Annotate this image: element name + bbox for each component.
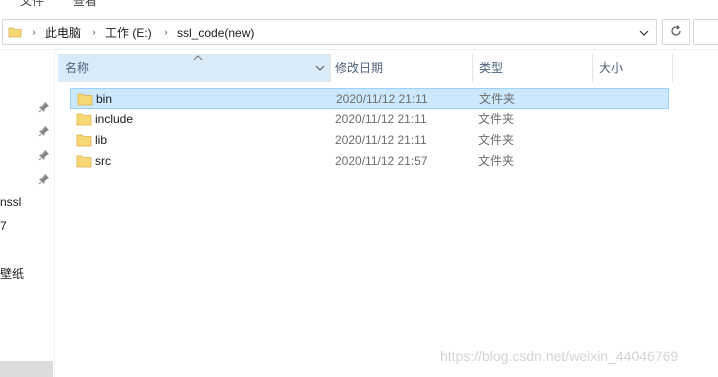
refresh-button[interactable] xyxy=(662,19,690,45)
column-header-type[interactable]: 类型 xyxy=(472,54,592,82)
file-row-lib[interactable]: lib 2020/11/12 21:11 文件夹 xyxy=(70,130,669,151)
ribbon-tab-file[interactable]: 文件 xyxy=(20,0,44,9)
file-date-modified: 2020/11/12 21:11 xyxy=(336,92,428,106)
file-type: 文件夹 xyxy=(478,133,515,147)
file-name: bin xyxy=(96,92,113,106)
nav-item-nssl[interactable]: nssl xyxy=(0,193,21,211)
file-name: src xyxy=(95,154,111,168)
file-row-bin[interactable]: bin 2020/11/12 21:11 文件夹 xyxy=(70,88,669,109)
pin-icon[interactable] xyxy=(38,101,50,113)
pin-icon[interactable] xyxy=(38,173,50,185)
breadcrumb-chevron-icon[interactable]: › xyxy=(161,25,171,41)
navigation-pane: nssl 7 壁纸 xyxy=(0,50,55,377)
folder-icon xyxy=(76,154,92,168)
file-row-src[interactable]: src 2020/11/12 21:57 文件夹 xyxy=(70,151,669,172)
folder-icon xyxy=(8,25,22,39)
refresh-icon xyxy=(669,24,683,41)
file-date-modified: 2020/11/12 21:11 xyxy=(335,133,427,147)
folder-icon xyxy=(76,133,92,147)
pin-icon[interactable] xyxy=(38,149,50,161)
file-type: 文件夹 xyxy=(479,92,516,106)
search-box[interactable] xyxy=(693,19,718,45)
column-header-type-label: 类型 xyxy=(479,61,504,75)
file-date-modified: 2020/11/12 21:11 xyxy=(335,112,427,126)
sort-ascending-icon xyxy=(192,51,204,61)
column-divider[interactable] xyxy=(672,54,673,82)
column-filter-chevron-icon[interactable] xyxy=(313,62,327,74)
file-date-modified: 2020/11/12 21:57 xyxy=(335,154,428,168)
address-bar-row: › 此电脑 › 工作 (E:) › ssl_code(new) xyxy=(0,14,718,50)
breadcrumb-chevron-icon[interactable]: › xyxy=(89,25,99,41)
horizontal-scrollbar[interactable] xyxy=(0,361,53,377)
file-name: include xyxy=(95,112,134,126)
column-header-date-label: 修改日期 xyxy=(335,61,384,75)
folder-icon xyxy=(76,112,92,126)
chevron-down-icon[interactable] xyxy=(636,25,652,41)
breadcrumb-this-pc[interactable]: 此电脑 xyxy=(45,25,81,41)
watermark: https://blog.csdn.net/weixin_44046769 xyxy=(440,348,679,364)
column-header-size-label: 大小 xyxy=(599,61,624,75)
ribbon-tab-view[interactable]: 查看 xyxy=(73,0,97,9)
file-type: 文件夹 xyxy=(478,112,515,126)
file-name: lib xyxy=(95,133,108,147)
breadcrumb-drive-e[interactable]: 工作 (E:) xyxy=(105,25,152,41)
breadcrumb-chevron-icon[interactable]: › xyxy=(29,25,39,41)
column-header-size[interactable]: 大小 xyxy=(592,54,672,82)
breadcrumb-ssl-code[interactable]: ssl_code(new) xyxy=(177,25,254,41)
column-header-date-modified[interactable]: 修改日期 xyxy=(328,54,472,82)
column-header-name-label: 名称 xyxy=(65,61,90,75)
folder-icon xyxy=(77,92,93,106)
pin-icon[interactable] xyxy=(38,125,50,137)
ribbon-strip: 文件 查看 xyxy=(0,0,718,14)
nav-item-7[interactable]: 7 xyxy=(0,217,7,235)
file-row-include[interactable]: include 2020/11/12 21:11 文件夹 xyxy=(70,109,669,130)
address-bar[interactable]: › 此电脑 › 工作 (E:) › ssl_code(new) xyxy=(2,19,657,45)
nav-item-wallpaper[interactable]: 壁纸 xyxy=(0,265,24,283)
file-type: 文件夹 xyxy=(478,154,515,168)
